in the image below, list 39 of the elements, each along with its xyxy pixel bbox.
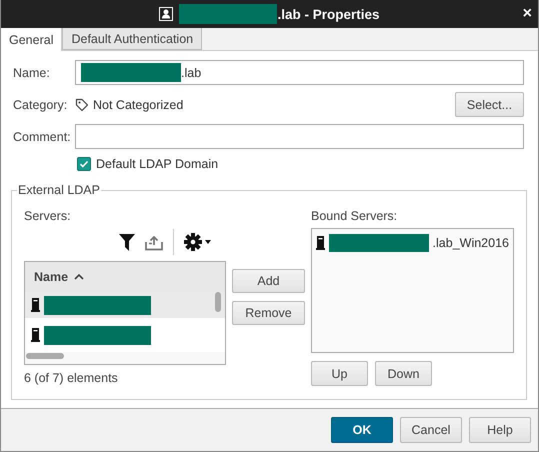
add-button[interactable]: Add [232, 269, 305, 293]
field-label: Category: [12, 98, 68, 112]
list-row[interactable] [25, 292, 225, 318]
dialog-button[interactable]: OK [331, 417, 393, 443]
group-title: External LDAP [17, 183, 101, 197]
list-label: Bound Servers: [311, 209, 398, 223]
list-row[interactable] [25, 318, 225, 352]
user-icon [159, 7, 174, 21]
tag-icon [75, 98, 89, 112]
dialog-button[interactable]: Help [469, 417, 531, 443]
scrollbar-thumb[interactable] [215, 292, 221, 312]
field-label: Comment: [12, 130, 72, 144]
field-label: Name: [12, 66, 51, 80]
checkbox[interactable] [77, 157, 91, 171]
list-label: Servers: [24, 209, 72, 223]
up-button[interactable]: Up [311, 361, 368, 386]
list-item[interactable]: .lab_Win2016 [432, 236, 509, 250]
category-value: Not Categorized [93, 98, 184, 112]
server-icon [31, 328, 40, 342]
down-button[interactable]: Down [375, 361, 432, 386]
checkbox-label: Default LDAP Domain [96, 157, 218, 171]
check-icon [79, 159, 89, 169]
item-count: 6 (of 7) elements [24, 371, 119, 385]
tab[interactable]: General [1, 28, 62, 51]
window-title: .lab - Properties [277, 6, 380, 22]
column-header[interactable]: Name [25, 262, 225, 292]
select-button[interactable]: Select... [455, 92, 524, 117]
tab[interactable]: Default Authentication [62, 28, 202, 50]
filter-icon[interactable] [119, 234, 135, 250]
name-field[interactable]: .lab [75, 60, 524, 85]
settings-icon[interactable] [184, 233, 212, 251]
remove-button[interactable]: Remove [232, 301, 305, 325]
close-button[interactable]: × [522, 5, 532, 23]
dialog-button[interactable]: Cancel [400, 417, 462, 443]
scrollbar-thumb[interactable] [26, 353, 64, 359]
server-icon [31, 298, 40, 312]
server-icon [316, 236, 325, 250]
upload-icon[interactable] [145, 234, 163, 250]
comment-field[interactable] [75, 124, 524, 149]
